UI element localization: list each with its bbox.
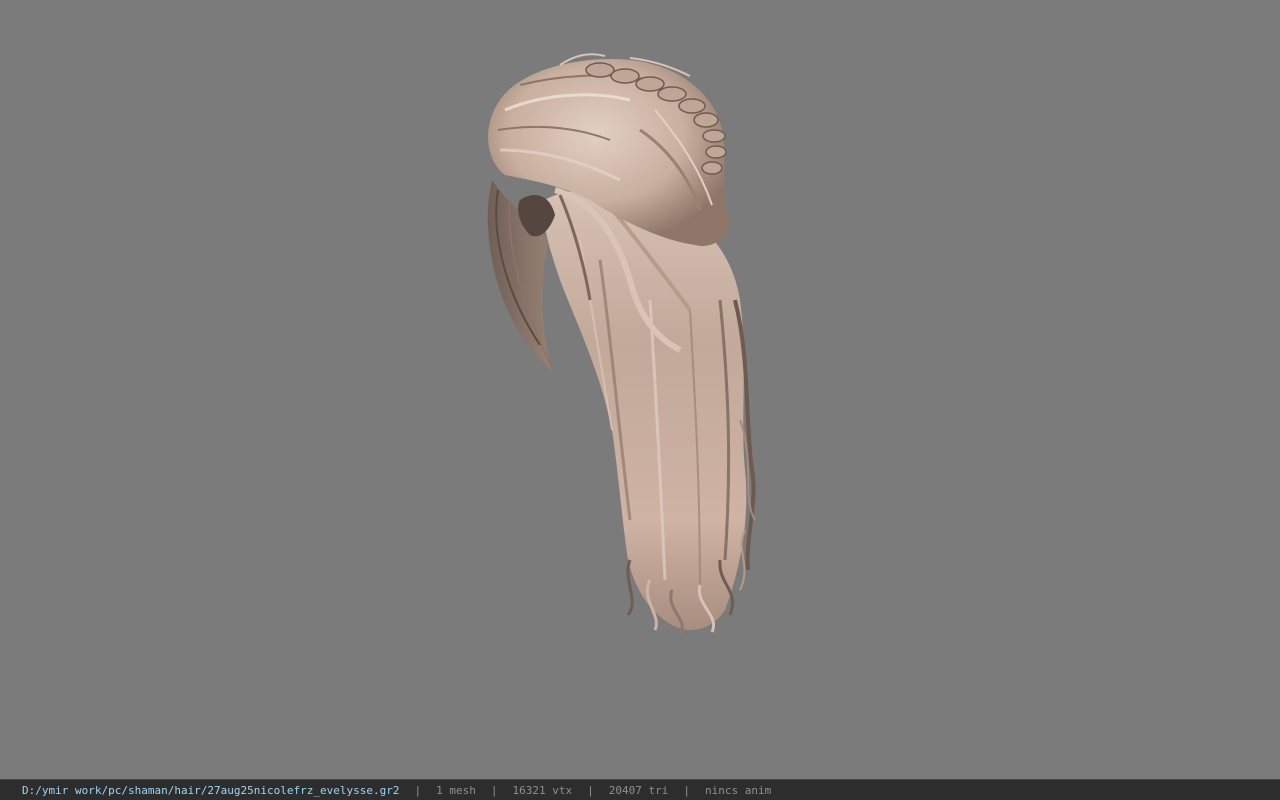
- anim-status: nincs anim: [704, 783, 772, 797]
- status-bar: D:/ymir work/pc/shaman/hair/27aug25nicol…: [0, 779, 1280, 800]
- separator: |: [490, 783, 498, 797]
- separator: |: [683, 783, 690, 797]
- 3d-viewport[interactable]: [0, 0, 1280, 779]
- long-hair-body: [543, 189, 747, 631]
- vertex-count: 16321 vtx: [512, 783, 573, 797]
- hair-model[interactable]: [0, 0, 1280, 779]
- separator: |: [587, 783, 594, 797]
- mesh-count: 1 mesh: [436, 783, 476, 797]
- triangle-count: 20407 tri: [608, 783, 669, 797]
- separator: |: [414, 783, 422, 797]
- file-path: D:/ymir work/pc/shaman/hair/27aug25nicol…: [22, 783, 400, 797]
